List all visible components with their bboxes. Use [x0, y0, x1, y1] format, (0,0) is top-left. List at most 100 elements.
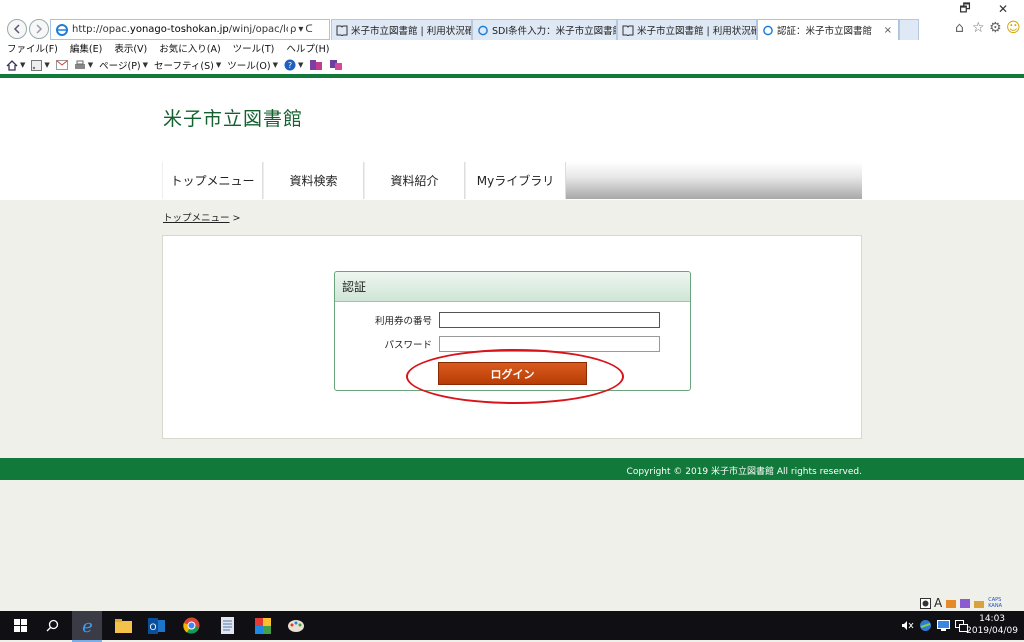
nav-material-search[interactable]: 資料検索 [263, 162, 364, 199]
system-clock[interactable]: 14:03 2019/04/09 [966, 613, 1018, 637]
menu-favorites[interactable]: お気に入り(A) [159, 41, 220, 55]
paint-palette-icon [288, 620, 304, 632]
display-tray-icon[interactable] [936, 616, 950, 635]
page-menu[interactable]: ページ(P) ▼ [99, 58, 148, 72]
monitor-icon [936, 619, 950, 631]
research-icon [310, 60, 323, 70]
read-mail-button[interactable] [55, 60, 68, 70]
global-nav: トップメニュー 資料検索 資料紹介 Myライブラリ [162, 162, 862, 199]
home-icon[interactable]: ⌂ [955, 20, 964, 36]
favorites-star-icon[interactable]: ☆ [972, 20, 985, 36]
page-blank-area [0, 480, 1024, 594]
command-bar: ▼ ▼ ▼ ページ(P) ▼ セーフティ(S) ▼ ツール(O) ▼ ? ▼ [0, 57, 1024, 73]
nav-my-library[interactable]: Myライブラリ [465, 162, 566, 199]
safety-menu[interactable]: セーフティ(S) ▼ [154, 58, 221, 72]
taskbar-outlook[interactable]: O [147, 616, 166, 635]
research-button[interactable] [309, 59, 323, 71]
ime-input-mode[interactable]: A [934, 596, 942, 610]
svg-text:?: ? [288, 61, 292, 70]
tab-label: 米子市立図書館 | 利用状況確認 [351, 26, 472, 37]
ie-page-icon [56, 23, 68, 36]
search-taskbar-button[interactable] [43, 616, 62, 635]
document-icon [221, 617, 234, 634]
address-dropdown-icon[interactable]: ▾ [298, 24, 303, 35]
menu-bar: ファイル(F) 編集(E) 表示(V) お気に入り(A) ツール(T) ヘルプ(… [0, 40, 1024, 56]
internet-explorer-icon: e [82, 616, 93, 635]
taskbar-ie[interactable]: e [72, 611, 102, 642]
copyright-text: Copyright © 2019 米子市立図書館 All rights rese… [626, 467, 862, 477]
feedback-smile-icon[interactable]: ☺ [1006, 20, 1021, 36]
ime-pad-icon[interactable] [945, 598, 957, 609]
restore-window-icon[interactable]: 🗗 [948, 1, 982, 17]
start-button[interactable] [11, 616, 30, 635]
card-number-row: 利用券の番号 [335, 312, 660, 328]
card-number-label: 利用券の番号 [374, 316, 432, 327]
menu-edit[interactable]: 編集(E) [70, 41, 102, 55]
menu-help[interactable]: ヘルプ(H) [286, 41, 329, 55]
menu-tools[interactable]: ツール(T) [233, 41, 275, 55]
tab-close-icon[interactable]: × [884, 25, 892, 36]
tab-label: SDI条件入力：米子市立図書館 [492, 26, 617, 37]
taskbar-file-explorer[interactable] [114, 616, 133, 635]
nav-top-menu[interactable]: トップメニュー [162, 162, 263, 199]
tab-usage-status-1[interactable]: 米子市立図書館 | 利用状況確認 [331, 19, 472, 40]
card-number-input[interactable] [439, 312, 660, 328]
tab-usage-status-2[interactable]: 米子市立図書館 | 利用状況確認 [617, 19, 757, 40]
settings-gear-icon[interactable]: ⚙ [989, 20, 1002, 36]
forward-arrow-icon [36, 24, 43, 34]
taskbar-chrome[interactable] [182, 616, 201, 635]
ie-page-icon [478, 25, 488, 35]
address-url[interactable]: http://opac.yonago-toshokan.jp/winj/opac… [72, 24, 288, 35]
tab-auth-active[interactable]: 認証：米子市立図書館 × [757, 19, 899, 40]
chrome-icon [183, 617, 200, 634]
svg-text:e: e [82, 616, 93, 635]
nav-material-intro[interactable]: 資料紹介 [364, 162, 465, 199]
search-icon [46, 619, 59, 632]
menu-file[interactable]: ファイル(F) [7, 41, 58, 55]
site-title: 米子市立図書館 [163, 108, 304, 130]
tab-sdi-input[interactable]: SDI条件入力：米子市立図書館 [472, 19, 617, 40]
volume-muted-icon[interactable] [900, 616, 914, 635]
taskbar-paint-app[interactable] [287, 616, 306, 635]
breadcrumb-top-menu-link[interactable]: トップメニュー [163, 213, 230, 224]
taskbar-media-app[interactable] [253, 616, 272, 635]
menu-view[interactable]: 表示(V) [114, 41, 147, 55]
language-bar: A CAPS KANA [920, 596, 1002, 610]
printer-icon [74, 60, 85, 69]
rss-feed-icon [31, 59, 43, 71]
address-bar[interactable]: http://opac.yonago-toshokan.jp/winj/opac… [50, 19, 330, 40]
breadcrumb: トップメニュー > [163, 210, 241, 224]
globe-tray-icon [919, 620, 931, 631]
feeds-button[interactable]: ▼ [31, 59, 50, 71]
close-window-icon[interactable]: ✕ [986, 1, 1020, 17]
forward-button[interactable] [29, 19, 49, 39]
translate-icon [330, 60, 343, 70]
outlook-icon: O [148, 617, 165, 634]
search-icon[interactable]: ρ [290, 24, 296, 35]
tab-label: 認証：米子市立図書館 [777, 26, 873, 37]
back-button[interactable] [7, 19, 27, 39]
help-button[interactable]: ? ▼ [284, 59, 303, 71]
red-highlight-circle [406, 349, 624, 404]
translate-button[interactable] [329, 59, 343, 71]
ie-page-icon [763, 25, 773, 35]
windows-logo-icon [14, 619, 27, 632]
refresh-icon[interactable]: ᑕ [305, 24, 312, 35]
ime-tools-icon[interactable] [973, 598, 985, 609]
folder-icon [115, 618, 132, 633]
media-app-icon [254, 617, 271, 634]
tools-menu[interactable]: ツール(O) ▼ [227, 58, 278, 72]
mail-icon [55, 60, 68, 70]
ime-mode-icon[interactable] [920, 597, 931, 609]
speaker-icon [901, 621, 913, 630]
back-arrow-icon [13, 24, 20, 34]
site-footer: Copyright © 2019 米子市立図書館 All rights rese… [0, 458, 1024, 480]
taskbar: e O 14:03 2019/04/09 [0, 611, 1024, 642]
taskbar-document-app[interactable] [218, 616, 237, 635]
new-tab-button[interactable] [899, 19, 919, 40]
ime-dictionary-icon[interactable] [959, 598, 971, 609]
print-button[interactable]: ▼ [74, 60, 93, 71]
network-app-icon[interactable] [918, 616, 932, 635]
home-cmd-button[interactable]: ▼ [6, 59, 25, 71]
book-icon [622, 25, 634, 36]
